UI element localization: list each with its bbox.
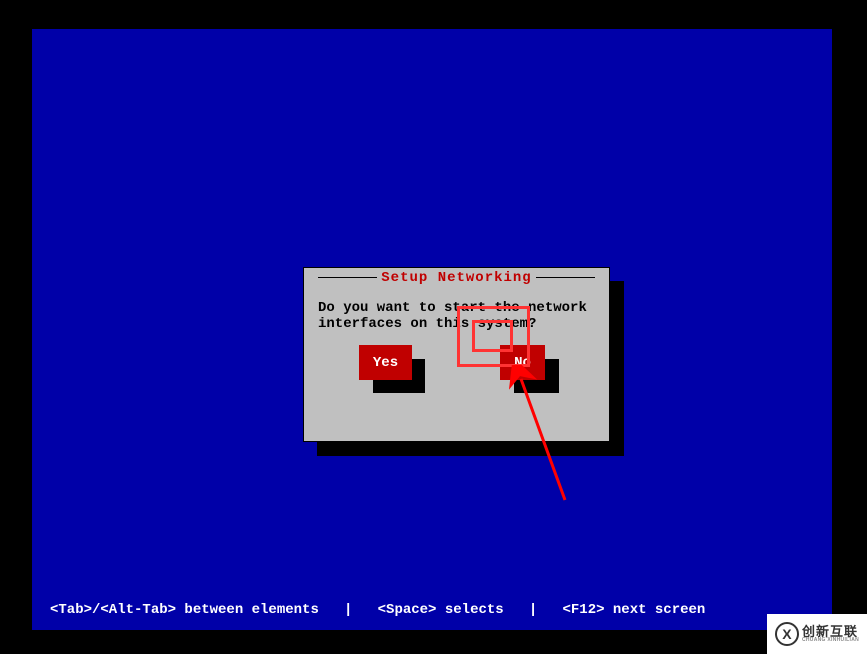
status-bar: <Tab>/<Alt-Tab> between elements | <Spac… bbox=[50, 602, 705, 618]
no-button[interactable]: No bbox=[500, 345, 545, 380]
dialog-message: Do you want to start the network interfa… bbox=[318, 300, 595, 332]
watermark-sub-text: CHUANG XINHUILIAN bbox=[802, 638, 859, 643]
yes-button[interactable]: Yes bbox=[359, 345, 412, 380]
installer-screen: Setup Networking Do you want to start th… bbox=[32, 29, 832, 630]
dialog-title-wrap: Setup Networking bbox=[304, 270, 609, 286]
watermark: X 创新互联 CHUANG XINHUILIAN bbox=[767, 614, 867, 654]
watermark-logo-icon: X bbox=[775, 622, 799, 646]
setup-networking-dialog: Setup Networking Do you want to start th… bbox=[303, 267, 610, 442]
watermark-logo: X 创新互联 CHUANG XINHUILIAN bbox=[775, 622, 859, 646]
no-button-label: No bbox=[514, 355, 531, 371]
watermark-text: 创新互联 CHUANG XINHUILIAN bbox=[802, 625, 859, 643]
dialog-title: Setup Networking bbox=[377, 270, 535, 286]
yes-button-label: Yes bbox=[373, 355, 398, 371]
